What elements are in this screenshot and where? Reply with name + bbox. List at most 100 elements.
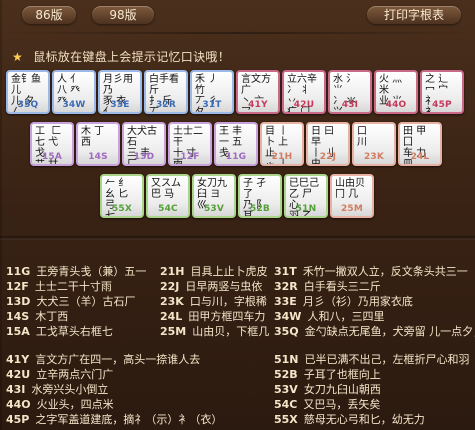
key-34w[interactable]: 人 亻 八 癶 癶 34W — [52, 70, 96, 114]
legend-text: 月彡（衫）乃用家衣底 — [302, 295, 413, 308]
legend-line-41y: 41Y 言文方广在四一，高头一捺谁人去 — [6, 352, 200, 367]
legend-column-b: 21H 目具上止卜虎皮 22J 日早两竖与虫依 23K 口与川，字根稀 24L 田甲方框四车力… — [160, 264, 280, 339]
legend-line-12f: 12F 土士二干十寸雨 — [6, 279, 156, 294]
wubi-root-chart-window: 86版 98版 打印字根表 ★ 鼠标放在键盘上会提示记忆口诀哦！ 金钅鱼儿 儿 … — [0, 0, 475, 430]
legend-code: 24L — [160, 310, 183, 323]
key-25m[interactable]: 山由贝 冂 几 25M — [330, 174, 374, 218]
legend-code: 52B — [274, 368, 298, 381]
legend-text: 又巴马，丢矢矣 — [303, 398, 381, 411]
key-15a[interactable]: 工 匚 七 弋 戈 艹 廿 15A — [30, 122, 74, 166]
key-code: 25M — [340, 204, 364, 214]
legend-code: 15A — [6, 325, 30, 338]
key-11g[interactable]: 王 丰 一 五 戋 11G — [214, 122, 258, 166]
key-12f[interactable]: 土士二干 十 寸 雨 革12F — [168, 122, 212, 166]
key-52b[interactable]: 子 孑 了 乃 阝 耳 卩 凵52B — [238, 174, 282, 218]
legend-code: 42U — [6, 368, 31, 381]
legend-code: 34W — [274, 310, 302, 323]
keyboard-row-3: 𠂉 纟 幺 匕 弓 七 55X 又スム 巴 马 54C 女刀九 臼 ヨ 巛 53V 子 孑 … — [0, 174, 475, 218]
legend-line-51n: 51N 已半已满不出己，左框折尸心和羽 — [274, 352, 474, 367]
key-22j[interactable]: 日 曰 早 丨 刂 虫 川22J — [306, 122, 350, 166]
key-24l[interactable]: 田 甲 囗 车 力 皿 24L — [398, 122, 442, 166]
legend-text: 田甲方框四车力 — [188, 310, 266, 323]
legend-code: 31T — [274, 265, 297, 278]
key-51n[interactable]: 已巳己 乙 尸 心 羽 乙 51N — [284, 174, 328, 218]
keyboard-row-1: 金钅鱼儿 儿 夕 ㄥ 又 氏35Q人 亻 八 癶 癶34W月彡用乃 豕 衣 亻 … — [0, 70, 475, 114]
key-14s[interactable]: 木 丁 西 14S — [76, 122, 120, 166]
legend-column-e: 51N 已半已满不出己，左框折尸心和羽 52B 子耳了也框向上 53V 女刀九臼山朝西 54… — [274, 352, 474, 427]
key-44o[interactable]: 火 灬 米 业 ⺌ 44O — [374, 70, 418, 114]
key-54c[interactable]: 又スム 巴 马 54C — [146, 174, 190, 218]
key-roots: 口 川 — [357, 126, 367, 148]
legend-line-44o: 44O 火业头，四点米 — [6, 397, 196, 412]
key-roots: 又スム 巴 马 — [151, 178, 181, 200]
key-13d[interactable]: 大犬古石 三 丰 厂 𠂇 厂13D — [122, 122, 166, 166]
legend-line-45p: 45P 之字军盖道建底，摘礻（示）衤（衣） — [6, 412, 222, 427]
key-35q[interactable]: 金钅鱼儿 儿 夕 ㄥ 又 氏35Q — [6, 70, 50, 114]
legend-code: 12F — [6, 280, 29, 293]
key-33e[interactable]: 月彡用乃 豕 衣 亻 丬 乃 化33E — [98, 70, 142, 114]
key-code: 42U — [293, 100, 315, 110]
legend-code: 53V — [274, 383, 298, 396]
legend-text: 工戈草头右框七 — [35, 325, 113, 338]
legend-code: 11G — [6, 265, 31, 278]
key-42u[interactable]: 立六辛 冫 丬 丷 疒 门 42U — [282, 70, 326, 114]
legend-code: 21H — [160, 265, 185, 278]
legend-line-42u: 42U 立辛两点六门广 — [6, 367, 196, 382]
key-code: 34W — [62, 100, 86, 110]
top-divider — [0, 32, 475, 34]
legend-text: 白手看头三二斤 — [303, 280, 381, 293]
hint-text: ★ 鼠标放在键盘上会提示记忆口诀哦！ — [12, 48, 230, 65]
mnemonic-legend: 11G 王旁青头戋（兼）五一 12F 土士二干十寸雨 13D 大犬三（羊）古石厂 14S 木丁… — [6, 248, 475, 430]
legend-column-c: 31T 禾竹一撇双人立，反文条头共三一 32R 白手看头三二斤 33E 月彡（衫）乃用家衣… — [274, 264, 475, 339]
legend-line-24l: 24L 田甲方框四车力 — [160, 309, 280, 324]
key-32r[interactable]: 白手看斤 扌 斤 丆 丆 乂32R — [144, 70, 188, 114]
legend-text: 已半已满不出己，左框折尸心和羽 — [304, 353, 470, 366]
key-23k[interactable]: 口 川 23K — [352, 122, 396, 166]
key-code: 23K — [363, 152, 385, 162]
legend-code: 22J — [160, 280, 180, 293]
key-code: 41Y — [248, 100, 268, 110]
key-code: 11G — [225, 152, 247, 162]
key-31t[interactable]: 禾 丿 竹 丆 彳 夂 攵 冬31T — [190, 70, 234, 114]
key-41y[interactable]: 言文方广 丶 亠 乛 亻 亠 冖41Y — [236, 70, 280, 114]
key-21h[interactable]: 目 丨 卜 上 止 龰 丨 21H — [260, 122, 304, 166]
star-icon: ★ — [12, 50, 24, 64]
key-code: 31T — [202, 100, 222, 110]
legend-line-55x: 55X 慈母无心弓和匕，幼无力 — [274, 412, 474, 427]
key-45p[interactable]: 之 辶 冖 宀 礻 衤 45P — [420, 70, 464, 114]
section-divider — [0, 236, 475, 240]
key-code: 14S — [88, 152, 108, 162]
legend-code: 13D — [6, 295, 31, 308]
legend-code: 45P — [6, 413, 30, 426]
tab-86-version[interactable]: 86版 — [22, 6, 76, 24]
hint-label: 鼠标放在键盘上会提示记忆口诀哦！ — [33, 50, 230, 64]
tab-98-version[interactable]: 98版 — [92, 6, 154, 24]
legend-text: 火业头，四点米 — [36, 398, 114, 411]
legend-code: 43I — [6, 383, 26, 396]
legend-column-a: 11G 王旁青头戋（兼）五一 12F 土士二干十寸雨 13D 大犬三（羊）古石厂 14S 木丁… — [6, 264, 156, 339]
legend-code: 55X — [274, 413, 298, 426]
legend-line-54c: 54C 又巴马，丢矢矣 — [274, 397, 474, 412]
legend-code: 35Q — [274, 325, 299, 338]
legend-text: 慈母无心弓和匕，幼无力 — [303, 413, 425, 426]
key-55x[interactable]: 𠂉 纟 幺 匕 弓 七 55X — [100, 174, 144, 218]
legend-line-21h: 21H 目具上止卜虎皮 — [160, 264, 280, 279]
key-code: 32R — [155, 100, 177, 110]
key-code: 43I — [341, 100, 359, 110]
key-43i[interactable]: 水 氵 ⺌ 冫 氺 ⺍ 小 业43I — [328, 70, 372, 114]
legend-code: 41Y — [6, 353, 30, 366]
legend-line-14s: 14S 木丁西 — [6, 309, 156, 324]
key-code: 33E — [110, 100, 130, 110]
legend-text: 子耳了也框向上 — [303, 368, 381, 381]
legend-text: 大犬三（羊）古石厂 — [36, 295, 136, 308]
legend-column-d: 41Y 言文方广在四一，高头一捺谁人去 42U 立辛两点六门广 43I 水旁兴头小倒立 44… — [6, 352, 222, 427]
legend-text: 金勺缺点无尾鱼，犬旁留 儿一点夕，氏无七（妻） — [304, 325, 475, 338]
key-code: 15A — [41, 152, 63, 162]
key-code: 52B — [250, 204, 270, 214]
key-roots: 木 丁 西 — [81, 126, 105, 148]
legend-code: 32R — [274, 280, 298, 293]
key-53v[interactable]: 女刀九 臼 ヨ 巛 53V — [192, 174, 236, 218]
key-code: 54C — [158, 204, 178, 214]
print-root-chart-button[interactable]: 打印字根表 — [367, 6, 461, 24]
legend-line-31t: 31T 禾竹一撇双人立，反文条头共三一 — [274, 264, 474, 279]
